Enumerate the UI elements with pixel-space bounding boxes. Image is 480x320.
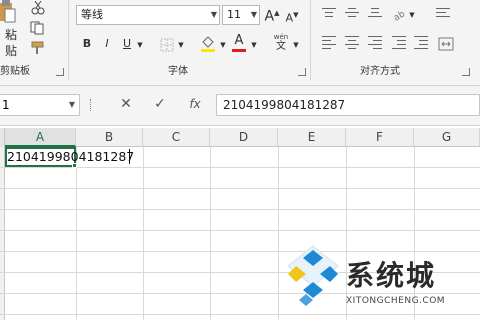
insert-function-button[interactable]: fx [186,96,204,112]
grid-line [0,230,480,231]
column-header-b[interactable]: B [76,128,143,147]
watermark-url: XITONGCHENG.COM [346,296,446,306]
phonetic-char-label: 文 [276,41,286,52]
formula-bar-grip-icon[interactable] [90,99,93,111]
grid-line [0,314,480,315]
wrap-text-icon[interactable] [436,8,450,20]
orientation-dropdown-icon[interactable]: ▼ [408,7,416,23]
grid-line [0,209,480,210]
orientation-icon[interactable]: ab [392,6,408,23]
watermark-logo-icon [286,244,340,310]
align-right-icon[interactable] [368,36,382,50]
merge-center-icon[interactable] [438,36,454,51]
bold-button[interactable]: B [80,36,94,52]
phonetic-dropdown-icon[interactable]: ▼ [292,37,300,53]
text-cursor [129,149,130,164]
phonetic-guide-button[interactable]: wén 文 [272,33,290,55]
fill-color-dropdown-icon[interactable]: ▼ [219,37,227,53]
decrease-indent-icon[interactable] [392,36,406,50]
svg-text:ab: ab [392,9,407,21]
grid-line [278,147,279,320]
shrink-font-label: A [285,11,294,25]
font-color-button[interactable]: A [232,33,246,53]
align-left-icon[interactable] [322,36,336,50]
copy-icon[interactable] [30,20,46,35]
grow-font-label: A [264,8,275,25]
clipboard-group-label: 剪贴板 [0,66,30,77]
grid-line [210,147,211,320]
font-name-combobox[interactable]: 等线 ▼ [76,5,220,25]
underline-dropdown-icon[interactable]: ▼ [136,37,144,53]
increase-indent-icon[interactable] [414,36,428,50]
phonetic-pinyin-label: wén [273,33,289,41]
font-color-swatch [232,49,246,52]
alignment-group-label: 对齐方式 [360,66,400,77]
grid-line [0,188,480,189]
italic-button[interactable]: I [100,36,114,52]
font-name-value: 等线 [81,8,103,21]
font-color-label: A [234,33,244,48]
row-header-strip [0,147,5,320]
grid-line [76,147,77,320]
borders-icon[interactable] [160,37,174,52]
align-bottom-icon[interactable] [368,8,382,20]
watermark-text: 系统城 [346,259,437,292]
font-size-value: 11 [227,8,241,21]
sheet-grid[interactable] [0,147,480,320]
group-separator [310,0,311,80]
underline-button[interactable]: U [120,36,134,52]
font-group-label: 字体 [168,66,188,77]
name-box-value: 1 [2,98,10,112]
grid-line [143,147,144,320]
grid-line [414,147,415,320]
paste-button[interactable]: 粘贴 [0,27,22,59]
font-size-combobox[interactable]: 11 ▼ [222,5,260,25]
clipboard-dialog-launcher-icon[interactable] [56,68,64,76]
group-separator [68,0,69,80]
grid-line [0,251,480,252]
grow-font-button[interactable]: A▲ [264,5,280,25]
column-header-e[interactable]: E [278,128,346,147]
borders-dropdown-icon[interactable]: ▼ [177,37,185,53]
cell-a1-text: 2104199804181287 [7,149,135,164]
name-box[interactable]: 1 ▼ [0,94,80,116]
font-color-dropdown-icon[interactable]: ▼ [250,37,258,53]
shrink-font-button[interactable]: A▼ [284,7,300,25]
chevron-down-icon[interactable]: ▼ [211,6,217,24]
align-top-icon[interactable] [322,8,336,20]
formula-input[interactable]: 2104199804181287 [216,94,480,116]
column-header-c[interactable]: C [143,128,210,147]
font-dialog-launcher-icon[interactable] [298,68,306,76]
chevron-down-icon[interactable]: ▼ [69,95,75,115]
chevron-down-icon[interactable]: ▼ [251,6,257,24]
paste-icon[interactable] [0,0,16,24]
cancel-button[interactable]: ✕ [118,96,134,112]
column-header-d[interactable]: D [210,128,278,147]
alignment-dialog-launcher-icon[interactable] [462,68,470,76]
cut-icon[interactable] [30,0,46,15]
column-header-g[interactable]: G [414,128,480,147]
ribbon: 粘贴 剪贴板 等线 ▼ 11 ▼ A▲ A▼ B I U ▼ ▼ ▼ A ▼ w… [0,0,480,86]
column-header-f[interactable]: F [346,128,414,147]
enter-button[interactable]: ✓ [152,96,168,112]
align-middle-icon[interactable] [345,8,359,20]
format-painter-icon[interactable] [30,40,46,54]
align-center-icon[interactable] [345,36,359,50]
column-header-a[interactable]: A [5,128,76,147]
fill-color-icon[interactable] [200,34,216,52]
grid-line [346,147,347,320]
